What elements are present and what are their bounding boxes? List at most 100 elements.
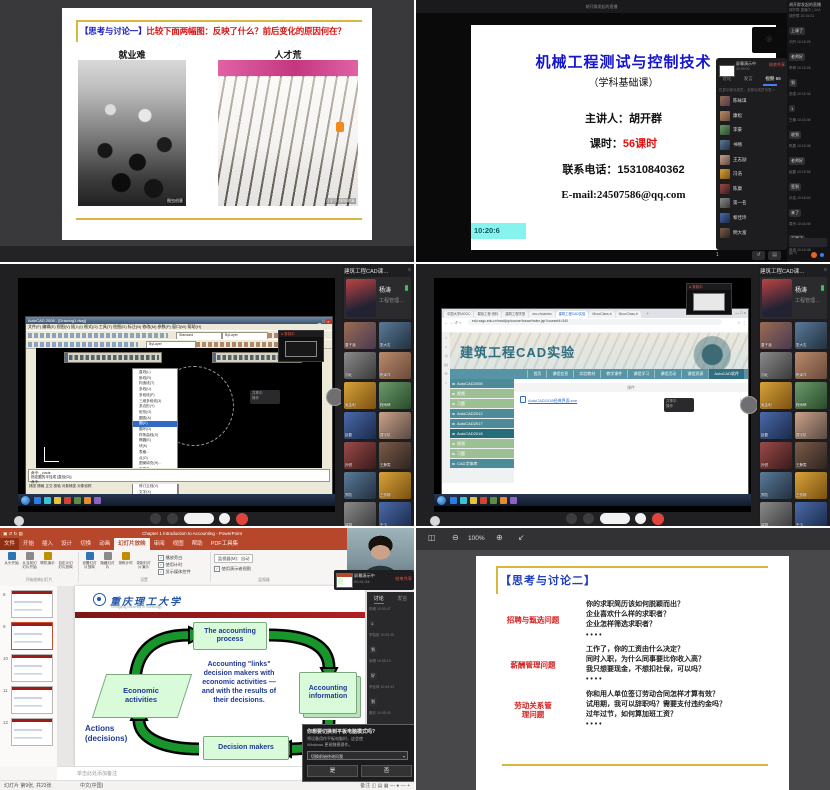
participant-tile[interactable]: 刘北 <box>760 352 792 379</box>
taskbar-app-icon[interactable] <box>74 497 81 504</box>
ribbon-checkbox[interactable]: ✓播放旁白 <box>158 554 191 561</box>
browser-tab[interactable]: + <box>642 311 654 318</box>
ribbon-button[interactable]: 从头开始 <box>3 552 20 565</box>
mic-button[interactable] <box>566 513 577 524</box>
taskbar-app-icon[interactable] <box>490 497 497 504</box>
participant-tile[interactable]: 王静雯 <box>795 442 827 469</box>
window-controls[interactable]: — □ × <box>735 310 746 315</box>
participant-tile[interactable]: 周宇航 <box>379 412 411 439</box>
mic-button[interactable] <box>150 513 161 524</box>
course-menu-item[interactable]: AutoCAD2012 <box>450 409 514 418</box>
taskbar-app-icon[interactable] <box>44 497 51 504</box>
site-nav-item[interactable]: 课程信息 <box>546 370 573 378</box>
ribbon-button[interactable]: 设置幻灯片放映 <box>81 552 98 569</box>
taskbar-app-icon[interactable] <box>94 497 101 504</box>
windows-taskbar[interactable] <box>434 494 751 506</box>
site-nav-item[interactable]: 实验教材 <box>573 370 600 378</box>
members-button[interactable] <box>635 513 646 524</box>
participant-tile[interactable]: 赵磊 <box>344 412 376 439</box>
site-nav-item[interactable]: 教学课件 <box>600 370 627 378</box>
autocad-statusbar[interactable]: 捕捉 栅格 正交 极轴 对象捕捉 对象追踪 <box>26 484 332 489</box>
participant-tile[interactable]: 于飞 <box>379 502 411 526</box>
quick-access-toolbar[interactable]: ▣ ↺ ↻ ▤ <box>3 531 23 537</box>
taskbar-app-icon[interactable] <box>64 497 71 504</box>
member-row[interactable]: 黎佳玲 <box>716 211 787 226</box>
course-menu-item[interactable]: CAD字体库 <box>450 459 514 468</box>
participant-tile[interactable]: 唐子涵 <box>760 322 792 349</box>
ribbon-tab[interactable]: 帮助 <box>188 538 207 550</box>
browser-tab[interactable]: 建筑工程学堂 <box>502 311 528 318</box>
taskbar-app-icon[interactable] <box>500 497 507 504</box>
live-panel-tab[interactable]: 视频·56 <box>765 76 781 82</box>
participant-tile[interactable]: 陈泽洋 <box>379 352 411 379</box>
member-row[interactable]: 第一名 <box>716 196 787 211</box>
zoom-out-icon[interactable]: ⊖ <box>452 533 459 542</box>
assistant-button[interactable] <box>740 396 758 414</box>
site-nav-item[interactable]: AutoCAD软件 <box>708 369 744 379</box>
taskbar-app-icon[interactable] <box>54 497 61 504</box>
view-and-zoom-controls[interactable]: 备注 ◫ ▤ ▦ — ● — + <box>360 781 410 790</box>
participant-tile[interactable]: 张大志 <box>379 322 411 349</box>
ribbon-tab[interactable]: 动画 <box>95 538 114 550</box>
chat-tab[interactable]: 发言 <box>397 595 407 604</box>
end-call-button[interactable] <box>652 513 664 525</box>
course-menu-item[interactable]: AutoCAD2018 <box>450 429 514 438</box>
windows-taskbar[interactable] <box>18 494 335 506</box>
browser-tab[interactable]: 中国大学MOOC <box>444 311 473 318</box>
members-button[interactable] <box>219 513 230 524</box>
ribbon-tab[interactable]: 切换 <box>76 538 95 550</box>
draw-toolbar-floating[interactable] <box>64 352 162 363</box>
participant-tile[interactable]: 吴金明 <box>760 382 792 409</box>
share-button[interactable] <box>600 513 630 524</box>
browser-tab[interactable]: 模拟工程·资料 <box>474 311 501 318</box>
member-row[interactable]: 康松 <box>716 109 787 124</box>
sidebar-toggle-icon[interactable]: ◫ <box>428 533 436 542</box>
participant-tile[interactable]: 张大志 <box>795 322 827 349</box>
browser-tab[interactable]: MoocClass-b <box>616 311 641 318</box>
participant-tile[interactable]: 高翔 <box>760 502 792 526</box>
participant-tile[interactable]: 于飞 <box>795 502 827 526</box>
dialog-dropdown[interactable]: 切换前始终询问我 <box>307 751 408 760</box>
app-taskbar-icon[interactable] <box>820 253 824 257</box>
member-row[interactable]: 书畅 <box>716 138 787 153</box>
site-nav-item[interactable]: 课程学习 <box>627 370 654 378</box>
browser-tab[interactable]: MoocClass-b <box>589 311 614 318</box>
browser-menu-icons[interactable]: ☆ ⋮ <box>737 320 746 325</box>
start-button[interactable] <box>21 496 30 505</box>
taskbar-app-icon[interactable] <box>510 497 517 504</box>
slide-thumbnail[interactable]: 9 <box>0 622 57 650</box>
slide-thumbnail[interactable]: 12 <box>0 718 57 746</box>
active-speaker-tile[interactable]: 杨涛 工程管理… <box>760 277 827 319</box>
browser-nav-icons[interactable]: ← → ↺ ⌂ <box>444 320 461 325</box>
site-nav-item[interactable]: 课程活动 <box>654 370 681 378</box>
toolbar-grip[interactable] <box>213 353 216 362</box>
site-nav-item[interactable]: 课程资源 <box>681 370 708 378</box>
participant-tile[interactable]: 孙悦 <box>760 442 792 469</box>
chat-input[interactable] <box>789 238 827 247</box>
ribbon-button[interactable]: 录制幻灯片演示 <box>135 552 152 569</box>
member-row[interactable]: 王志励 <box>716 152 787 167</box>
browser-tab[interactable]: osc.zhuanlan <box>529 311 554 318</box>
ribbon-tab[interactable]: 设计 <box>57 538 76 550</box>
no-button[interactable]: 否 <box>361 765 412 777</box>
ribbon-button[interactable]: 隐藏幻灯片 <box>99 552 116 569</box>
ribbon-button[interactable]: 从当前幻灯片开始 <box>21 552 38 569</box>
participant-tile[interactable]: 周宇航 <box>795 412 827 439</box>
course-menu-item[interactable]: 视频 <box>450 389 514 398</box>
presenter-camera-off-tile[interactable]: ◎ <box>752 27 786 53</box>
share-button[interactable] <box>184 513 214 524</box>
taskbar-app-icon[interactable] <box>34 497 41 504</box>
ribbon-tab[interactable]: 文件 <box>0 538 19 550</box>
course-menu-item[interactable]: 习题 <box>450 449 514 458</box>
presenter-view-checkbox[interactable]: ✓使用演示者视图 <box>214 565 251 572</box>
live-panel-tab[interactable]: 发言 <box>744 76 753 82</box>
file-row[interactable]: AutoCAD2018经典界面.exe ↓ <box>520 396 744 404</box>
ribbon-button[interactable]: 排练计时 <box>117 552 134 565</box>
member-row[interactable]: 李豪 <box>716 123 787 138</box>
end-call-button[interactable] <box>236 513 248 525</box>
collapse-icon[interactable]: ≡ <box>408 267 411 273</box>
ribbon-tab[interactable]: 开始 <box>19 538 38 550</box>
zoom-in-icon[interactable]: ⊕ <box>496 533 503 542</box>
browser-tab[interactable]: 建筑工程CAD实验 <box>556 311 589 318</box>
participant-tile[interactable]: 程雨晴 <box>795 382 827 409</box>
